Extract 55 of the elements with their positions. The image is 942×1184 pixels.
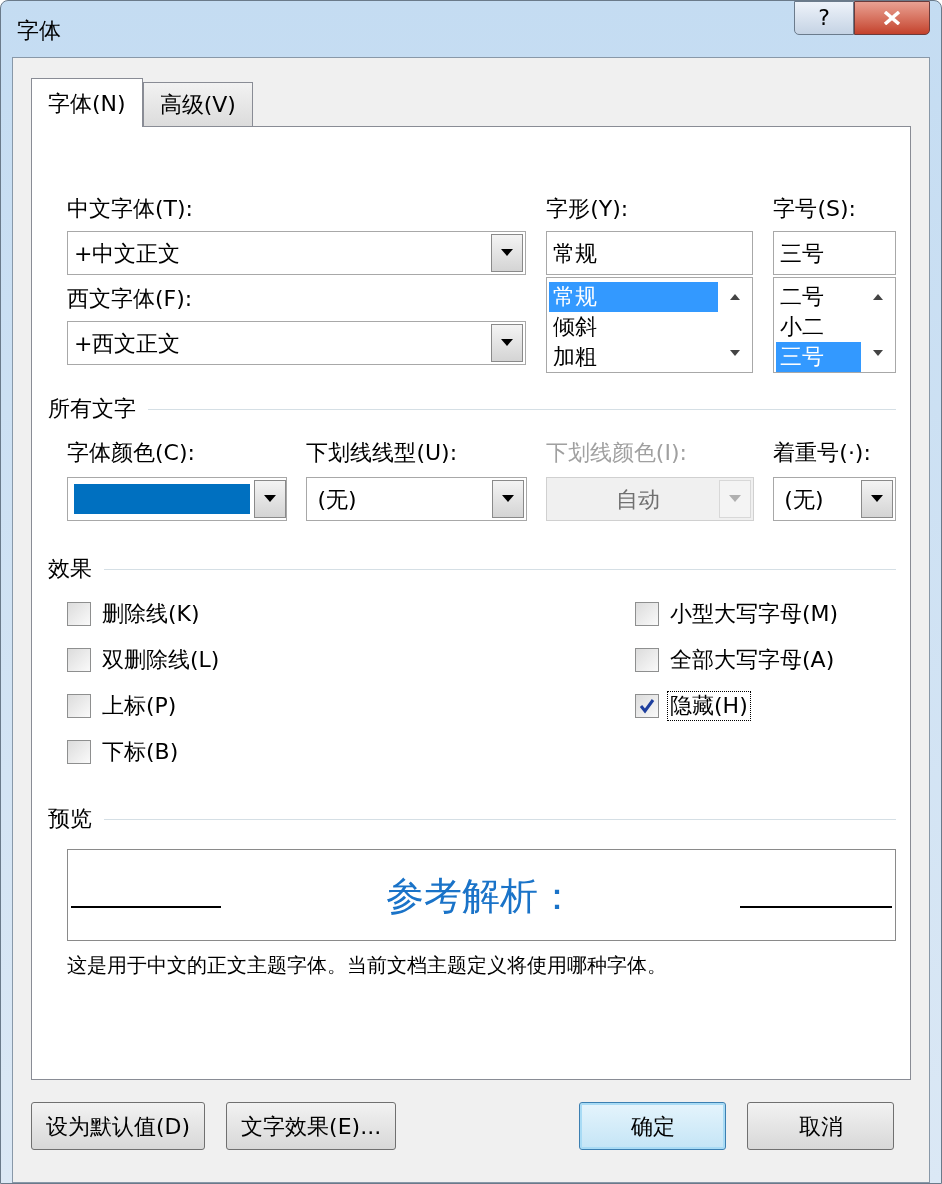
font-dropdown[interactable]: +西文正文 [67,321,527,365]
field-label: 西文字体(F): [67,285,194,313]
help-button[interactable]: ? [794,1,854,35]
tab[interactable]: 高级(V) [142,82,253,126]
list-item[interactable]: 小二 [776,312,861,342]
list-item[interactable]: 二号 [776,282,861,312]
checkbox-label[interactable]: 删除线(K) [99,599,203,629]
text-field[interactable]: 三号 [773,231,896,275]
checkbox[interactable] [635,602,659,626]
dropdown[interactable]: (无) [773,477,896,521]
checkbox-label[interactable]: 全部大写字母(A) [667,645,838,675]
checkbox-label[interactable]: 双删除线(L) [99,645,223,675]
list-item[interactable]: 加粗 [549,342,719,372]
checkbox[interactable] [635,694,659,718]
color-dropdown[interactable] [67,477,288,521]
scroll-down-icon[interactable] [873,350,883,356]
close-button[interactable] [854,1,930,35]
checkbox-label[interactable]: 下标(B) [99,737,182,767]
field-label: 下划线线型(U): [306,439,459,467]
list-box[interactable]: 常规 倾斜 加粗 [546,277,754,373]
field-label: 下划线颜色(I): [545,439,688,467]
field-label: 字体颜色(C): [67,439,196,467]
list-item[interactable]: 倾斜 [549,312,719,342]
section-heading: 所有文字 [48,395,136,423]
window-title: 字体 [17,17,61,45]
preview-description: 这是用于中文的正文主题字体。当前文档主题定义将使用哪种字体。 [67,952,668,979]
checkbox-label[interactable]: 隐藏(H) [667,691,751,721]
scroll-up-icon[interactable] [873,294,883,300]
checkbox[interactable] [67,740,91,764]
checkmark-icon [639,698,655,714]
checkbox-label[interactable]: 上标(P) [99,691,180,721]
checkbox[interactable] [635,648,659,672]
checkbox[interactable] [67,602,91,626]
scroll-down-icon[interactable] [730,350,741,356]
checkbox[interactable] [67,694,91,718]
font-dropdown[interactable]: +中文正文 [67,231,527,275]
dialog-button[interactable]: 文字效果(E)... [226,1102,397,1150]
scroll-up-icon[interactable] [730,294,741,300]
dialog-button[interactable]: 取消 [747,1102,895,1150]
section-heading: 效果 [48,555,92,583]
field-label: 着重号(·): [773,439,872,467]
field-label: 中文字体(T): [67,195,195,223]
section-heading: 预览 [48,805,92,833]
field-label: 字号(S): [773,195,857,223]
dialog-button[interactable]: 设为默认值(D) [31,1102,206,1150]
field-label: 字形(Y): [546,195,630,223]
preview-sample: 参考解析： [385,873,576,920]
checkbox[interactable] [67,648,91,672]
checkbox-label[interactable]: 小型大写字母(M) [667,599,842,629]
tab[interactable]: 字体(N) [31,78,143,127]
close-icon [883,11,901,25]
dialog-button[interactable]: 确定 [579,1102,727,1150]
dropdown[interactable]: (无) [306,477,527,521]
text-field[interactable]: 常规 [546,231,754,275]
list-box[interactable]: 二号 小二 三号 [773,277,896,373]
